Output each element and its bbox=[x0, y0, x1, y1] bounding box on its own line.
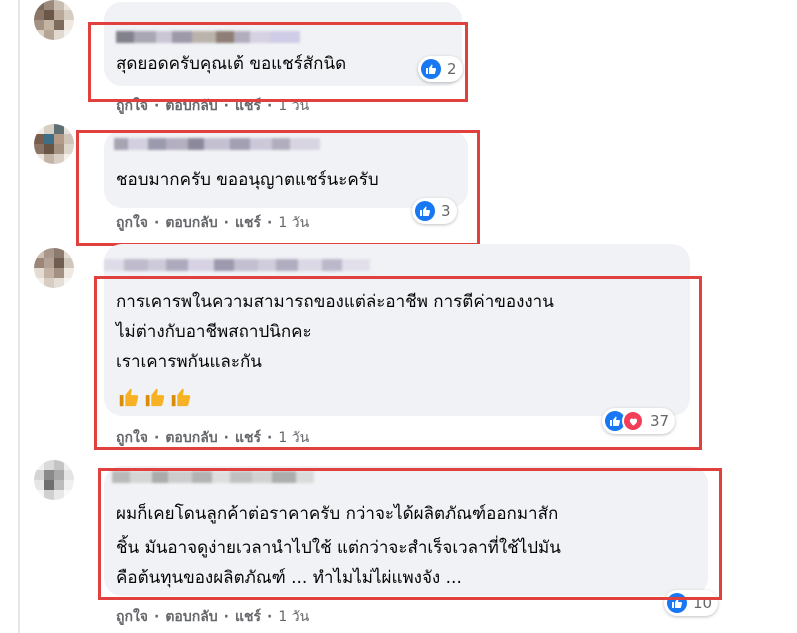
share-button[interactable]: แชร์ bbox=[235, 427, 261, 449]
separator: · bbox=[267, 609, 273, 625]
emoji-row bbox=[118, 386, 192, 408]
separator: · bbox=[267, 430, 273, 446]
comment-text: ชิ้น มันอาจดูง่ายเวลานำไปใช้ แต่กว่าจะสำ… bbox=[116, 538, 561, 558]
thumbs-up-icon bbox=[171, 388, 191, 407]
comment-text: การเคารพในความสามารถของแต่ล่ะอาชีพ การตี… bbox=[116, 292, 554, 312]
comment-actions: ถูกใจ · ตอบกลับ · แชร์ · 1 วัน bbox=[116, 606, 309, 628]
timestamp-link[interactable]: 1 วัน bbox=[278, 606, 309, 628]
comment-thread: สุดยอดครับคุณเต้ ขอแชร์สักนิด 2 ถูกใจ · … bbox=[0, 0, 797, 633]
comment-text: คือต้นทุนของผลิตภัณฑ์ ... ทำไมไม่ไผ่แพงจ… bbox=[116, 568, 462, 588]
avatar[interactable] bbox=[34, 124, 74, 164]
comment-actions: ถูกใจ · ตอบกลับ · แชร์ · 1 วัน bbox=[116, 95, 309, 117]
reaction-count: 10 bbox=[693, 594, 713, 612]
love-reaction-icon bbox=[622, 410, 644, 432]
share-button[interactable]: แชร์ bbox=[235, 95, 261, 117]
reaction-summary[interactable]: 10 bbox=[664, 590, 719, 616]
separator: · bbox=[223, 609, 229, 625]
avatar[interactable] bbox=[34, 248, 74, 288]
reply-button[interactable]: ตอบกลับ bbox=[165, 212, 217, 234]
like-reaction-icon bbox=[421, 59, 441, 79]
separator: · bbox=[154, 430, 160, 446]
comment-actions: ถูกใจ · ตอบกลับ · แชร์ · 1 วัน bbox=[116, 212, 309, 234]
share-button[interactable]: แชร์ bbox=[235, 606, 261, 628]
like-reaction-icon bbox=[415, 201, 435, 221]
reaction-summary[interactable]: 37 bbox=[602, 408, 676, 434]
avatar[interactable] bbox=[34, 460, 74, 500]
comment-actions: ถูกใจ · ตอบกลับ · แชร์ · 1 วัน bbox=[116, 427, 309, 449]
separator: · bbox=[223, 215, 229, 231]
thread-line bbox=[18, 0, 20, 633]
author-name-redacted[interactable] bbox=[114, 137, 320, 151]
comment-text: ชอบมากครับ ขออนุญาตแชร์นะครับ bbox=[116, 170, 379, 190]
comment-text: ผมก็เคยโดนลูกค้าต่อราคาครับ กว่าจะได้ผลิ… bbox=[116, 504, 559, 524]
reaction-count: 2 bbox=[447, 60, 457, 78]
like-button[interactable]: ถูกใจ bbox=[116, 606, 148, 628]
reaction-count: 3 bbox=[441, 202, 451, 220]
reply-button[interactable]: ตอบกลับ bbox=[165, 606, 217, 628]
reaction-summary[interactable]: 2 bbox=[418, 56, 463, 82]
author-name-redacted[interactable] bbox=[116, 30, 300, 44]
separator: · bbox=[154, 609, 160, 625]
separator: · bbox=[154, 98, 160, 114]
reaction-count: 37 bbox=[650, 412, 670, 430]
comment-text: เราเคารพกันและกัน bbox=[116, 352, 262, 372]
separator: · bbox=[267, 215, 273, 231]
timestamp-link[interactable]: 1 วัน bbox=[278, 212, 309, 234]
author-name-redacted[interactable] bbox=[112, 470, 314, 484]
timestamp-link[interactable]: 1 วัน bbox=[278, 427, 309, 449]
reaction-summary[interactable]: 3 bbox=[412, 198, 457, 224]
thumbs-up-icon bbox=[119, 388, 139, 407]
share-button[interactable]: แชร์ bbox=[235, 212, 261, 234]
like-button[interactable]: ถูกใจ bbox=[116, 212, 148, 234]
reply-button[interactable]: ตอบกลับ bbox=[165, 427, 217, 449]
separator: · bbox=[267, 98, 273, 114]
avatar[interactable] bbox=[34, 0, 74, 40]
timestamp-link[interactable]: 1 วัน bbox=[278, 95, 309, 117]
author-name-redacted[interactable] bbox=[104, 258, 370, 272]
like-reaction-icon bbox=[667, 593, 687, 613]
thumbs-up-icon bbox=[145, 388, 165, 407]
like-button[interactable]: ถูกใจ bbox=[116, 427, 148, 449]
reply-button[interactable]: ตอบกลับ bbox=[165, 95, 217, 117]
separator: · bbox=[154, 215, 160, 231]
separator: · bbox=[223, 430, 229, 446]
comment-text: ไม่ต่างกับอาชีพสถาปนิกคะ bbox=[116, 322, 312, 342]
separator: · bbox=[223, 98, 229, 114]
comment-text: สุดยอดครับคุณเต้ ขอแชร์สักนิด bbox=[116, 54, 347, 74]
like-button[interactable]: ถูกใจ bbox=[116, 95, 148, 117]
